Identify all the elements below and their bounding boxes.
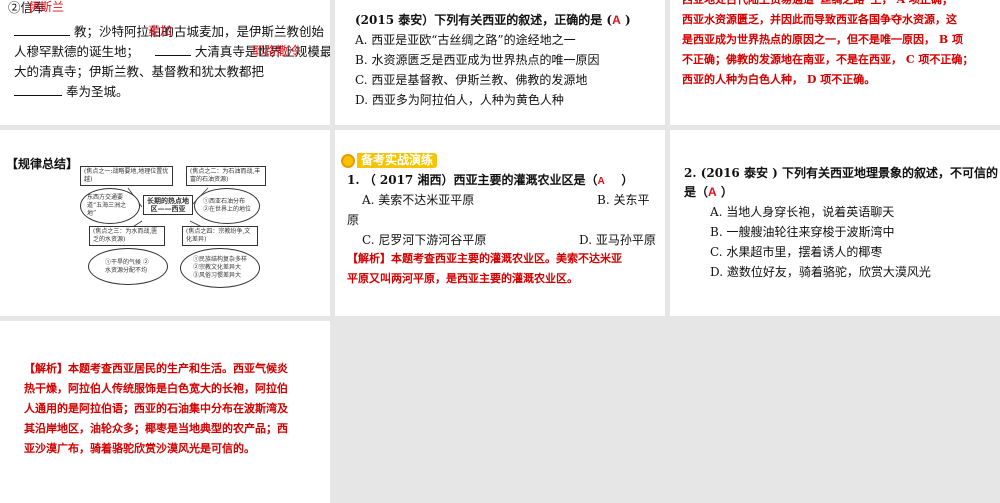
answer: A <box>708 185 717 199</box>
answer-1: 伊斯兰 <box>28 0 65 14</box>
text-line: 奉为圣城。 <box>14 82 129 102</box>
question-line-2: 是（A ） <box>684 185 733 199</box>
banner: 备考实战演练 <box>341 153 438 168</box>
analysis-line: 平原又叫两河平原，是西亚主要的灌溉农业区。 <box>347 272 578 285</box>
ellipse-1: 东西方交通要道“五海三洲之地” <box>80 188 140 224</box>
slide-question-2016[interactable]: 2. (2016 泰安 ) 下列有关西亚地理景象的叙述，不可信的 是（A ） A… <box>670 130 1000 316</box>
text-line: 大的清真寺；伊斯兰教、基督教和犹太教都把 <box>14 64 265 79</box>
option-c: C. 水果超市里，摆着诱人的椰枣 <box>710 245 883 259</box>
option-d: D. 西亚多为阿拉伯人，人种为黄色人种 <box>355 93 564 107</box>
analysis-line: 【解析】本题考查西亚居民的生产和生活。西亚气候炎 <box>24 362 288 375</box>
slide-question-2017[interactable]: 备考实战演练 1. （ 2017 湘西）西亚主要的灌溉农业区是（A ） A. 美… <box>335 130 665 316</box>
analysis-line: 【解析】本题考查西亚主要的灌溉农业区。美索不达米亚 <box>347 252 622 265</box>
option-b: B. 水资源匮乏是西亚成为世界热点的唯一原因 <box>355 53 600 67</box>
slide-question-2015[interactable]: (2015 泰安）下列有关西亚的叙述，正确的是 (A ) A. 西亚是亚欧“古丝… <box>335 0 665 125</box>
analysis-line: 亚沙漠广布，骑着骆驼欣赏沙漠风光是可信的。 <box>24 442 255 455</box>
slide-fill-blank[interactable]: ②信奉 伊斯兰 教；沙特阿拉伯的古城麦加，是伊斯兰教创始 麦加 人穆罕默德的诞生… <box>0 0 330 125</box>
option-b-wrap: 原 <box>347 213 360 227</box>
target-icon <box>341 153 355 168</box>
ellipse-2: ①西亚石油分布 ②在世界上的地位 <box>194 188 260 224</box>
option-a: A. 美索不达米亚平原 <box>362 193 475 207</box>
analysis-line: 是西亚成为世界热点的原因之一，但不是唯一原因， B 项 <box>682 33 963 46</box>
analysis-line: 其沿岸地区，油轮众多；椰枣是当地典型的农产品；西 <box>24 422 288 435</box>
question-text: 2. (2016 泰安 ) 下列有关西亚地理景象的叙述，不可信的 <box>684 166 998 180</box>
focus-box-3: (焦点之三：为水而战,匮乏的水资源) <box>89 226 165 246</box>
analysis-line: 西亚的人种为白色人种， D 项不正确。 <box>682 73 876 86</box>
focus-box-1: (焦点之一:战略要地,地理位置优越) <box>80 166 173 186</box>
focus-box-4: (焦点之四：宗教纷争,文化差异) <box>182 226 258 246</box>
answer: A <box>612 13 621 27</box>
analysis-line: 西亚水资源匮乏，并因此而导致西亚各国争夺水资源，这 <box>682 13 957 26</box>
focus-box-2: (焦点之二：为石油而战,丰富的石油资源) <box>186 166 266 186</box>
slide-analysis-2015[interactable]: 西亚地处古代陆上贸易通道“丝绸之路”上， A 项正确； 西亚水资源匮乏，并因此而… <box>670 0 1000 125</box>
question-text: (2015 泰安）下列有关西亚的叙述，正确的是 (A ) <box>355 13 631 27</box>
analysis-line: 热干燥，阿拉伯人传统服饰是白色宽大的长袍，阿拉伯 <box>24 382 288 395</box>
answer-2: 麦加 <box>148 24 173 38</box>
center-box: 长期的热点地区——西亚 <box>143 195 193 215</box>
circle-number: ② <box>8 0 21 15</box>
ellipse-3: ①干旱的气候 ②水资源分配不均 <box>88 248 168 285</box>
analysis-line: 西亚地处古代陆上贸易通道“丝绸之路”上， A 项正确； <box>682 0 953 10</box>
option-b: B. 一艘艘油轮往来穿梭于波斯湾中 <box>710 225 895 239</box>
analysis-line: 人通用的是阿拉伯语；西亚的石油集中分布在波斯湾及 <box>24 402 288 415</box>
slide-analysis-2016[interactable]: 【解析】本题考查西亚居民的生产和生活。西亚气候炎 热干燥，阿拉伯人传统服饰是白色… <box>0 321 330 503</box>
slide-summary-diagram[interactable]: 【规律总结】 (焦点之一:战略要地,地理位置优越) (焦点之二：为石油而战,丰富… <box>0 130 330 316</box>
ellipse-4: ①民族结构复杂多样 ②宗教文化差异大 ③风俗习惯差异大 <box>180 248 260 288</box>
option-d: D. 亚马孙平原 <box>579 233 656 247</box>
option-c: C. 尼罗河下游河谷平原 <box>362 233 487 247</box>
option-a: A. 西亚是亚欧“古丝绸之路”的途经地之一 <box>355 33 576 47</box>
diagram-arrows <box>127 187 209 231</box>
option-d: D. 邀数位好友，骑着骆驼，欣赏大漠风光 <box>710 265 931 279</box>
question-text: 1. （ 2017 湘西）西亚主要的灌溉农业区是（A ） <box>347 173 634 187</box>
analysis-line: 不正确；佛教的发源地在南亚，不是在西亚， C 项不正确； <box>682 53 974 66</box>
option-b: B. 关东平 <box>597 193 650 207</box>
option-c: C. 西亚是基督教、伊斯兰教、佛教的发源地 <box>355 73 588 87</box>
option-a: A. 当地人身穿长袍，说着英语聊天 <box>710 205 895 219</box>
answer-3: 耶路撒冷 <box>252 44 301 58</box>
